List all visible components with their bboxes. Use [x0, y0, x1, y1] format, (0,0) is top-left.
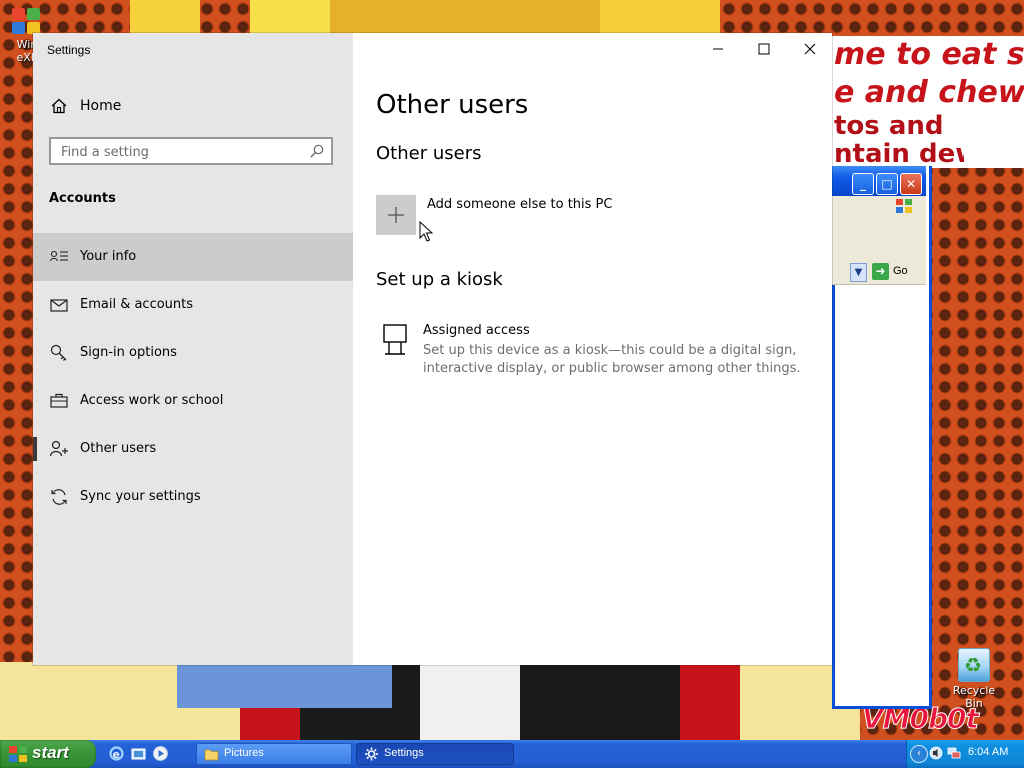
windows-flag-icon [896, 199, 912, 213]
section-heading: Accounts [49, 191, 116, 206]
sidebar-item-other-users[interactable]: Other users [33, 425, 353, 473]
wallpaper-comic-text: me to eat shit e and chew tos and ntain … [832, 36, 1024, 168]
minimize-icon[interactable]: _ [852, 173, 874, 195]
close-icon [804, 43, 816, 55]
go-arrow-icon[interactable]: ➜ [872, 263, 889, 280]
assigned-access-description: Set up this device as a kiosk—this could… [423, 343, 801, 376]
wallpaper-top [0, 0, 1024, 36]
chevron-left-icon[interactable]: ‹ [910, 745, 928, 763]
search-input[interactable] [59, 142, 303, 162]
sidebar-item-label: Access work or school [80, 393, 224, 408]
start-label[interactable]: start [32, 743, 69, 763]
speaker-icon[interactable] [929, 746, 943, 760]
sync-icon [51, 489, 67, 505]
sidebar-item-label: Your info [80, 249, 137, 264]
briefcase-icon [50, 393, 68, 408]
person-card-icon [49, 250, 68, 262]
desktop-icon-recycle-bin[interactable]: Recycle Bin [944, 648, 1004, 710]
taskbar-button-label: Pictures [224, 747, 264, 759]
selection-accent-bar [33, 437, 37, 461]
windows-flag-icon [9, 746, 27, 762]
assigned-access-link[interactable]: Assigned access [423, 323, 530, 338]
recycle-bin-icon [958, 648, 990, 682]
search-box[interactable] [49, 137, 333, 165]
other-users-heading: Other users [376, 143, 482, 164]
settings-window: Settings Home Accounts [33, 33, 832, 665]
maximize-button[interactable] [741, 33, 787, 65]
clock[interactable]: 6:04 AM [968, 746, 1008, 758]
comic-line: me to eat shit [834, 37, 1024, 72]
network-icon[interactable] [947, 746, 961, 760]
sidebar-item-your-info[interactable]: Your info [33, 233, 353, 281]
window-title: Settings [47, 43, 91, 57]
desktop-icon-label: Recycle Bin [952, 684, 996, 710]
comic-line: tos and [834, 112, 944, 140]
go-button[interactable]: Go [893, 265, 908, 277]
sidebar-item-sign-in-options[interactable]: Sign-in options [33, 329, 353, 377]
maximize-icon[interactable]: □ [876, 173, 898, 195]
windows-logo-icon [12, 8, 42, 36]
sidebar-item-sync-settings[interactable]: Sync your settings [33, 473, 353, 521]
page-title: Other users [376, 90, 529, 120]
key-icon [50, 344, 67, 361]
kiosk-heading: Set up a kiosk [376, 269, 503, 290]
close-button[interactable] [787, 33, 833, 65]
sidebar-item-label: Email & accounts [80, 297, 194, 312]
kiosk-icon[interactable] [381, 323, 409, 357]
person-add-icon [49, 440, 68, 457]
comic-line: e and chew [834, 75, 1024, 110]
svg-text:e: e [113, 748, 120, 761]
show-desktop-icon[interactable] [130, 745, 147, 762]
comic-line: ntain dew [834, 140, 964, 168]
nav-home-label: Home [80, 98, 122, 114]
chevron-down-icon[interactable]: ▼ [850, 263, 867, 282]
sidebar-item-email-accounts[interactable]: Email & accounts [33, 281, 353, 329]
taskbar-button-label: Settings [384, 747, 424, 759]
minimize-icon [713, 48, 723, 50]
maximize-icon [758, 43, 770, 55]
media-player-icon[interactable] [152, 745, 169, 762]
folder-icon [204, 749, 219, 761]
taskbar-button-pictures[interactable]: Pictures [196, 743, 352, 765]
close-icon[interactable]: ✕ [900, 173, 922, 195]
sidebar-item-access-work[interactable]: Access work or school [33, 377, 353, 425]
plus-icon [388, 207, 404, 223]
mail-icon [50, 299, 68, 312]
sidebar-item-label: Other users [80, 441, 157, 456]
sidebar-item-label: Sync your settings [80, 489, 201, 504]
mouse-cursor-icon [419, 221, 433, 242]
minimize-button[interactable] [695, 33, 741, 65]
search-icon[interactable] [309, 143, 325, 159]
settings-sidebar: Settings Home Accounts [33, 33, 353, 665]
nav-home[interactable]: Home [33, 91, 353, 123]
background-window-area [832, 218, 926, 260]
wallpaper-blue-block [177, 664, 392, 708]
taskbar-button-settings[interactable]: Settings [356, 743, 514, 765]
home-icon [51, 98, 67, 114]
sidebar-item-label: Sign-in options [80, 345, 177, 360]
gear-icon [365, 747, 378, 761]
add-user-button[interactable] [376, 195, 416, 235]
add-user-label[interactable]: Add someone else to this PC [427, 197, 612, 212]
internet-explorer-icon[interactable]: e [108, 745, 125, 762]
